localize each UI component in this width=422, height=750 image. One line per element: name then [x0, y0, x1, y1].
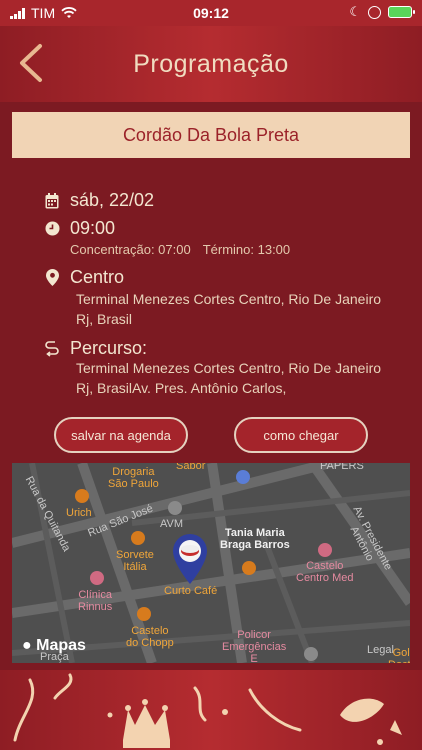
poi-icon [131, 531, 145, 545]
event-time: 09:00 [70, 218, 116, 238]
date-row: sáb, 22/02 [44, 190, 154, 211]
map-label-drogaria: Drogaria São Paulo [108, 466, 159, 490]
map-label-tania: Tania Maria Braga Barros [220, 527, 290, 551]
apple-icon: ● [22, 637, 32, 654]
event-banner: Cordão Da Bola Preta [12, 112, 410, 158]
time-details: Concentração: 07:00 Término: 13:00 [70, 242, 290, 257]
page-title: Programação [133, 50, 289, 78]
event-date: sáb, 22/02 [70, 190, 155, 210]
carnival-decoration-icon [13, 673, 402, 748]
battery-icon [388, 6, 415, 18]
poi-icon [304, 647, 318, 661]
map-label-castelo-med: Castelo Centro Med [296, 560, 354, 584]
moon-icon: ☾ [349, 4, 361, 19]
end-time: Término: 13:00 [202, 242, 291, 257]
location-row: Centro [44, 267, 124, 288]
clock-icon [44, 221, 60, 237]
map-view[interactable]: Drogaria São Paulo Sabor PAPERS Rua da Q… [12, 463, 410, 663]
map-label-urich: Urich [66, 507, 92, 519]
map-label-sorvete: Sorvete Itália [116, 549, 154, 573]
route-icon [44, 340, 60, 357]
event-name: Cordão Da Bola Preta [122, 124, 300, 145]
time-row: 09:00 [44, 218, 115, 239]
calendar-icon [44, 192, 60, 209]
map-label-sabor: Sabor [176, 463, 206, 472]
map-label-avm: AVM [160, 518, 184, 530]
location-address: Terminal Menezes Cortes Centro, Rio De J… [76, 291, 382, 327]
rotation-lock-icon [368, 5, 381, 19]
poi-icon [168, 501, 182, 515]
map-label-curto-cafe: Curto Café [164, 585, 218, 597]
map-label-clinica: Clínica Rinnus [78, 589, 113, 613]
route-address: Terminal Menezes Cortes Centro, Rio De J… [76, 360, 382, 396]
status-right: ☾ [349, 4, 415, 20]
poi-icon [137, 607, 151, 621]
map-label-gold: Gold Doctor [388, 647, 410, 663]
event-map-pin[interactable] [170, 532, 210, 586]
location-pin-icon [44, 269, 60, 286]
route-title: Percurso: [70, 338, 148, 358]
map-attribution: ● Mapas [22, 637, 86, 655]
concentration-time: Concentração: 07:00 [70, 242, 191, 257]
header: Programação [0, 26, 422, 102]
save-to-calendar-button[interactable]: salvar na agenda [54, 417, 188, 453]
directions-button[interactable]: como chegar [234, 417, 368, 453]
map-attribution-label: Mapas [36, 637, 86, 654]
map-label-papers: PAPERS [320, 463, 364, 472]
status-bar: TIM 09:12 ☾ [0, 0, 422, 26]
poi-icon [90, 571, 104, 585]
route-row: Percurso: [44, 338, 147, 359]
map-label-policor: Policor Emergências E [222, 629, 287, 663]
poi-icon [75, 489, 89, 503]
poi-icon [242, 561, 256, 575]
poi-icon [318, 543, 332, 557]
map-pin-icon [173, 534, 207, 584]
parking-icon [236, 470, 250, 484]
map-label-castelo-chopp: Castelo do Chopp [126, 625, 174, 649]
footer-decoration [0, 670, 422, 750]
location-title: Centro [70, 267, 125, 287]
